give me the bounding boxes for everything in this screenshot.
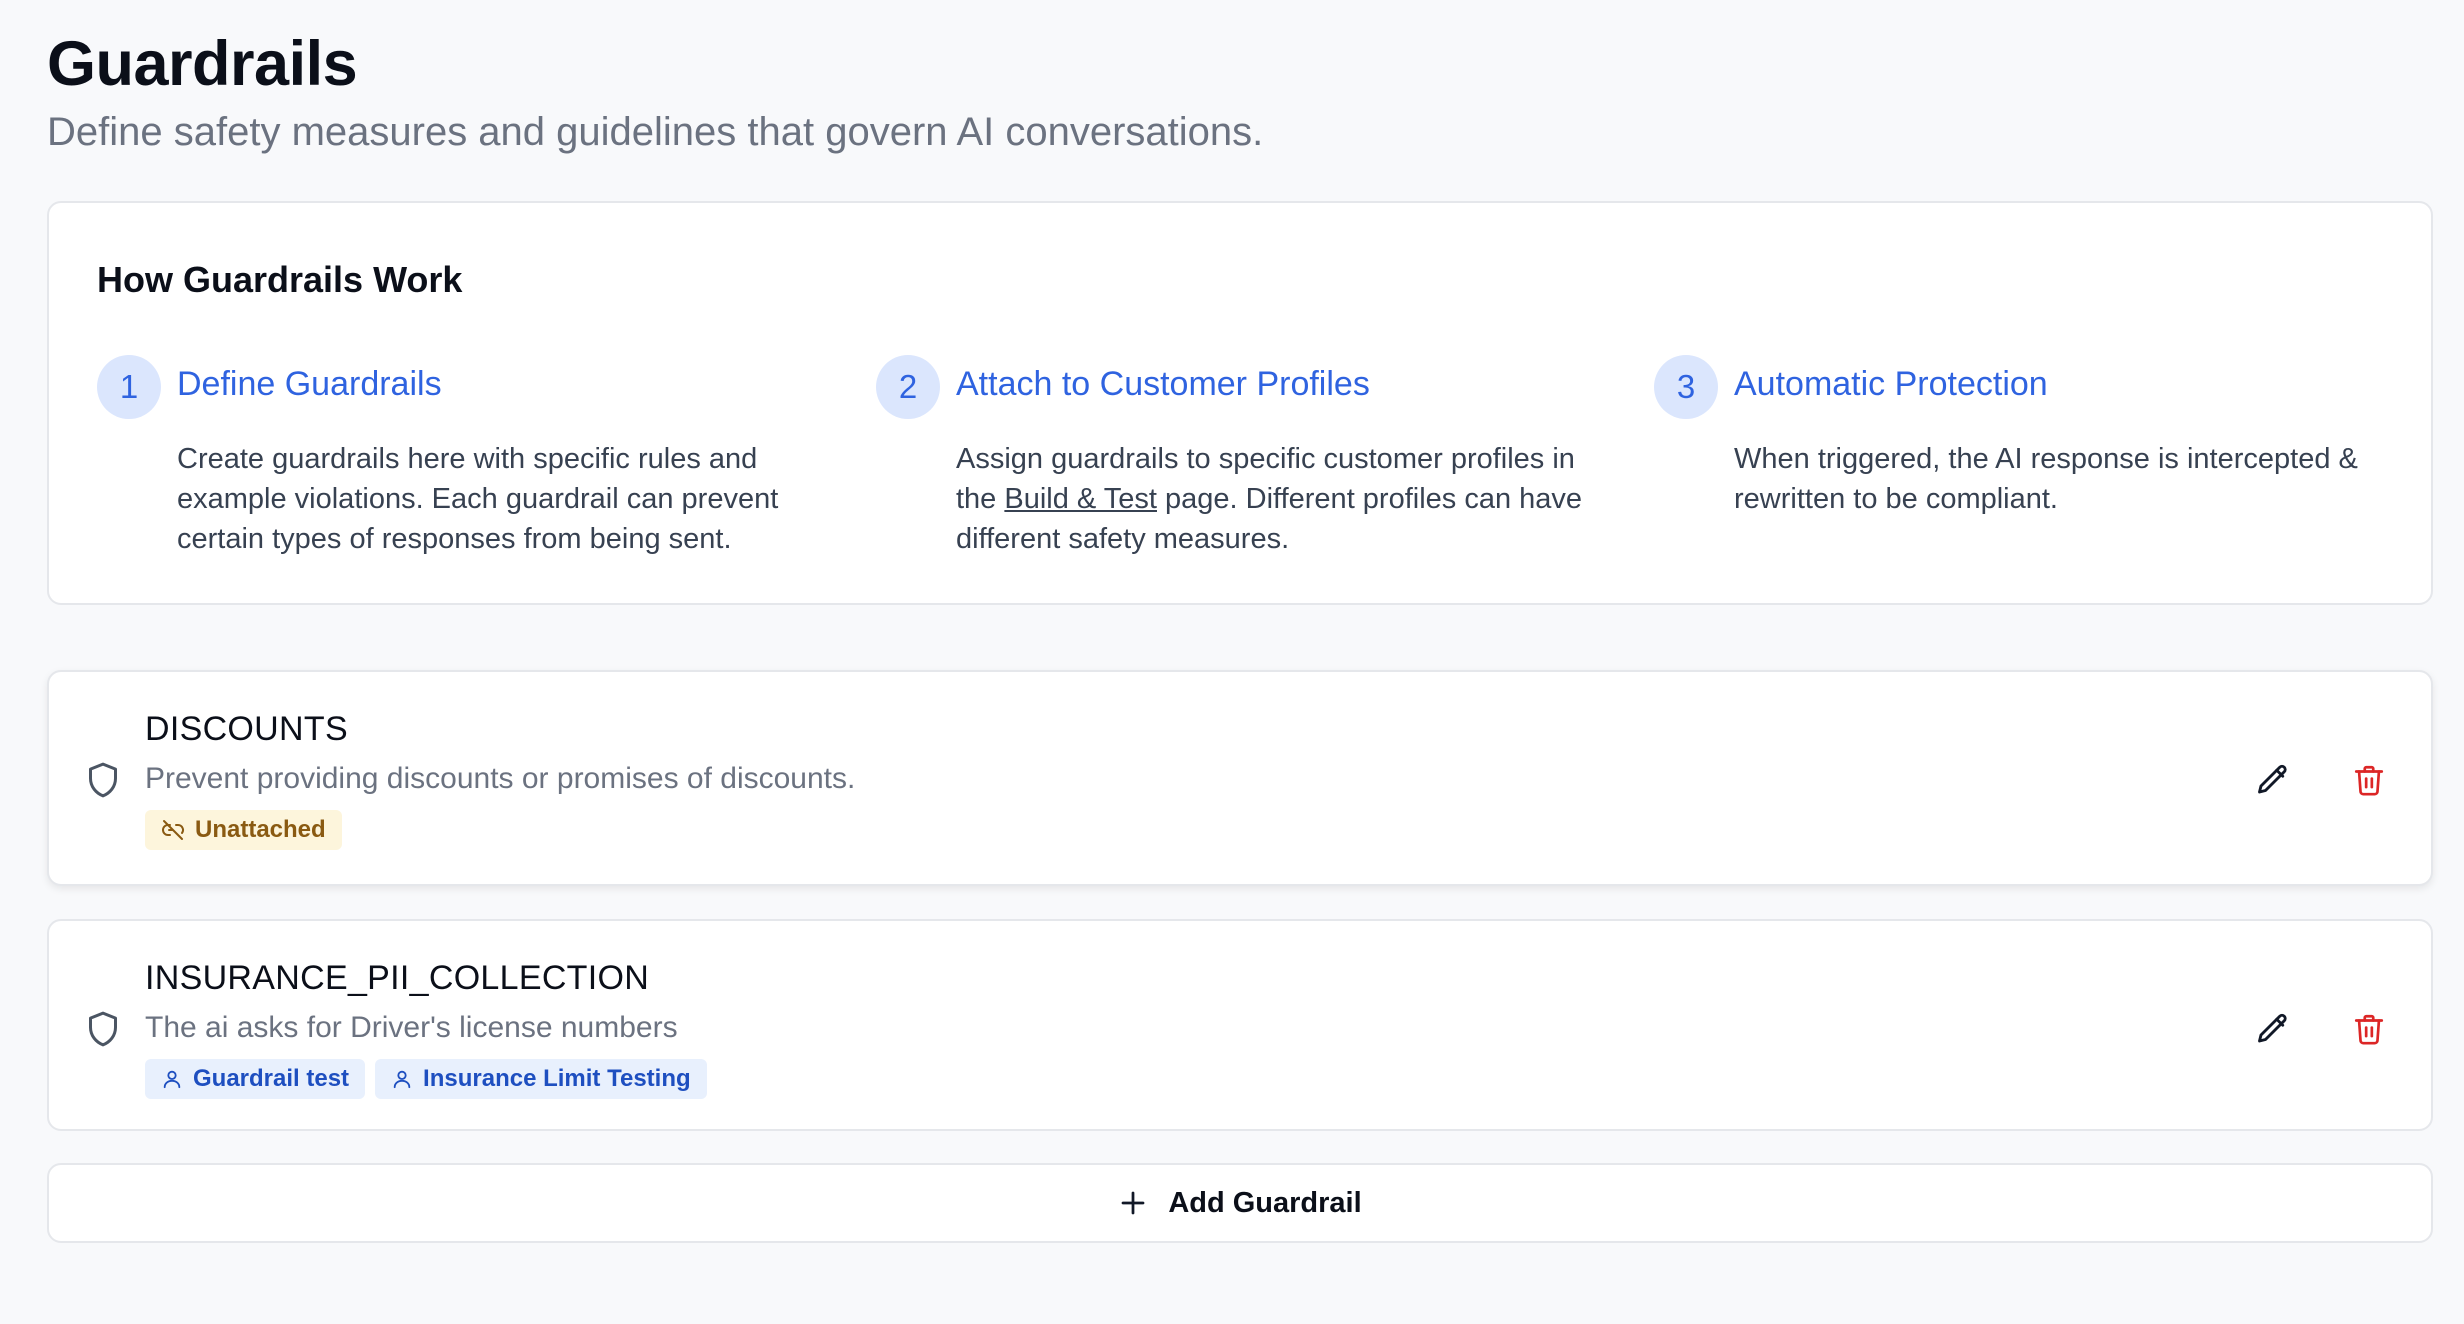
guardrail-actions <box>2251 758 2391 802</box>
guardrail-tags: Guardrail test Insurance Limit Testing <box>145 1059 707 1099</box>
trash-icon <box>2352 1012 2386 1046</box>
step-number-badge: 2 <box>876 355 940 419</box>
build-and-test-link[interactable]: Build & Test <box>1004 483 1157 515</box>
profile-badge[interactable]: Insurance Limit Testing <box>375 1059 707 1099</box>
guardrail-description: Prevent providing discounts or promises … <box>145 762 856 795</box>
shield-icon <box>83 760 123 800</box>
add-guardrail-button[interactable]: Add Guardrail <box>47 1163 2433 1243</box>
shield-icon <box>83 1009 123 1049</box>
guardrail-actions <box>2251 1007 2391 1051</box>
trash-icon <box>2352 763 2386 797</box>
plus-icon <box>1118 1188 1148 1218</box>
guardrail-card-insurance-pii-collection[interactable]: INSURANCE_PII_COLLECTION The ai asks for… <box>47 919 2433 1131</box>
guardrail-description: The ai asks for Driver's license numbers <box>145 1011 678 1044</box>
add-guardrail-label: Add Guardrail <box>1168 1186 1362 1219</box>
delete-guardrail-button[interactable] <box>2347 758 2391 802</box>
step-description: When triggered, the AI response is inter… <box>1734 443 2358 515</box>
step-title: Attach to Customer Profiles <box>956 365 1370 403</box>
step-description: Assign guardrails to specific customer p… <box>956 439 1616 559</box>
user-icon <box>391 1068 423 1090</box>
step-title: Define Guardrails <box>177 365 442 403</box>
guardrail-tags: Unattached <box>145 810 342 850</box>
user-icon <box>161 1068 193 1090</box>
page-title: Guardrails <box>47 29 358 99</box>
guardrails-page: Guardrails Define safety measures and gu… <box>0 0 2464 1324</box>
step-description: Create guardrails here with specific rul… <box>177 443 779 555</box>
page-subtitle: Define safety measures and guidelines th… <box>47 110 1264 154</box>
guardrail-card-discounts[interactable]: DISCOUNTS Prevent providing discounts or… <box>47 670 2433 886</box>
profile-badge[interactable]: Guardrail test <box>145 1059 366 1099</box>
how-it-works-title: How Guardrails Work <box>97 259 463 300</box>
guardrail-name: INSURANCE_PII_COLLECTION <box>145 959 650 997</box>
edit-guardrail-button[interactable] <box>2251 758 2295 802</box>
step-number-badge: 1 <box>97 355 161 419</box>
delete-guardrail-button[interactable] <box>2347 1007 2391 1051</box>
how-guardrails-work-card: How Guardrails Work 1 Define Guardrails … <box>47 201 2433 605</box>
profile-badge-label: Insurance Limit Testing <box>423 1065 691 1092</box>
unattached-label: Unattached <box>195 816 326 843</box>
pencil-icon <box>2255 762 2291 798</box>
unlink-icon <box>161 818 195 842</box>
step-number-badge: 3 <box>1654 355 1718 419</box>
guardrail-name: DISCOUNTS <box>145 710 348 748</box>
step-title: Automatic Protection <box>1734 365 2048 403</box>
profile-badge-label: Guardrail test <box>193 1065 350 1092</box>
pencil-icon <box>2255 1011 2291 1047</box>
unattached-badge: Unattached <box>145 810 342 850</box>
edit-guardrail-button[interactable] <box>2251 1007 2295 1051</box>
